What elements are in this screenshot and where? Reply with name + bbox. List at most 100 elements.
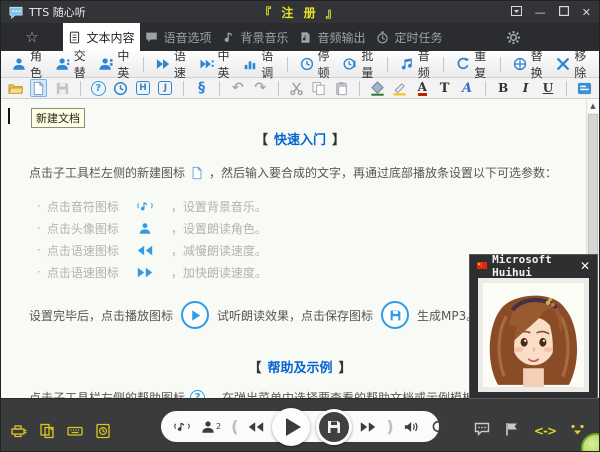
audio-file-icon [299,31,312,44]
tab-label: 音频输出 [317,29,365,46]
highlight-pen-button[interactable] [392,79,407,97]
popup-close-icon[interactable]: ✕ [580,259,590,273]
new-document-icon [31,81,46,96]
pitch-button[interactable]: 语调 [240,45,278,83]
fill-color-button[interactable] [370,79,385,97]
faster-icon[interactable] [360,420,376,434]
printer-icon[interactable] [11,423,27,439]
h-mark-button[interactable]: H [135,79,150,97]
bilingual-person-icon [99,57,113,71]
copy-icon[interactable] [39,423,55,439]
font-style-button[interactable]: A [459,79,474,97]
save-button[interactable] [54,79,69,97]
alternate-person-icon [56,57,70,71]
help-button[interactable]: ? [91,79,106,97]
divider-paren: ) [386,417,393,436]
underline-button[interactable]: U [540,79,555,97]
replace-button[interactable]: 替换 [510,45,548,83]
bilingual-speed-icon [200,57,214,71]
copy-button[interactable] [311,79,326,97]
save-mp3-button[interactable] [316,409,352,445]
batch-button[interactable]: 批量 [340,45,378,83]
tray-icon[interactable] [511,6,522,18]
loop-icon[interactable] [430,420,446,434]
app-title: TTS 随心听 [29,4,86,20]
section-mark-button[interactable]: § [194,79,209,97]
clipboard-clock-icon[interactable] [95,423,111,439]
paste-button[interactable] [334,79,349,97]
bottom-right-tools: <-> [474,421,585,440]
separator [287,57,288,72]
flag-icon[interactable] [504,421,520,440]
j-mark-button[interactable]: J [158,79,173,97]
code-icon[interactable]: <-> [534,424,556,438]
quickstart-paragraph: 点击子工具栏左侧的新建图标 ，然后输入要合成的文字，再通过底部播放条设置以下可选… [1,164,599,181]
highlight-pen-icon [392,81,407,96]
list-panel-icon [577,81,592,96]
pitch-bars-icon [243,57,257,71]
audio-button[interactable]: 音频 [397,45,435,83]
document-text-icon [68,31,81,44]
repeat-button[interactable]: 重复 [453,45,491,83]
redo-button[interactable]: ↷ [253,79,268,97]
separator [566,81,567,96]
bilingual-speed-button[interactable]: 中英 [197,45,235,83]
volume-icon[interactable] [404,420,420,434]
music-note-icon [222,31,235,44]
remove-label: 移除 [574,47,588,81]
history-button[interactable] [113,79,128,97]
undo-button[interactable]: ↶ [230,79,245,97]
list-panel-button[interactable] [577,79,592,97]
separator [485,81,486,96]
font-color-button[interactable]: A [415,79,430,97]
fill-color-icon [370,81,385,96]
bullet-text: ，加快朗读速度。 [171,264,267,281]
bold-button[interactable]: B [496,79,511,97]
keyboard-icon[interactable] [67,423,83,439]
voice-role-icon[interactable]: 2 [200,420,221,434]
open-file-button[interactable] [8,79,23,97]
font-style-icon: A [462,82,472,95]
new-document-button[interactable] [30,79,47,97]
role-person-icon [12,57,26,71]
huihui-avatar [483,283,584,387]
minimize-icon[interactable]: — [535,7,546,18]
j-mark-icon: J [158,81,172,95]
scroll-up-arrow[interactable]: ▲ [587,99,599,113]
remove-button[interactable]: 移除 [553,45,591,83]
bilingual-role-label: 中英 [117,47,131,81]
history-clock-icon [113,81,128,96]
remove-icon [556,57,570,71]
comment-icon[interactable] [474,421,490,440]
register-link[interactable]: 『 注 册 』 [1,4,599,21]
maximize-icon[interactable] [559,6,569,18]
role-button[interactable]: 角色 [9,45,47,83]
close-icon[interactable]: ✕ [582,7,591,18]
section-title-quickstart: 【快速入门】 [1,129,599,148]
tab-label: 语音选项 [163,29,211,46]
app-window: TTS 随心听 『 注 册 』 — ✕ ☆ 文本内容 语音选项 背景音乐 音频输… [0,0,600,452]
separator [359,81,360,96]
bilingual-role-button[interactable]: 中英 [96,45,134,83]
slower-icon[interactable] [248,420,264,434]
paragraph-text: 设置完毕后，点击播放图标 [29,307,173,324]
bullet-text: 点击音符图标 [47,198,119,215]
tab-label: 文本内容 [86,29,134,46]
role-label: 角色 [30,47,44,81]
repeat-label: 重复 [474,47,488,81]
bottom-bar: 2 ( ) <-> [1,398,599,451]
play-button[interactable] [272,408,310,446]
pause-button[interactable]: 停顿 [297,45,335,83]
bullet-background-music: · 点击音符图标 ，设置背景音乐。 [1,195,599,217]
speed-button[interactable]: 语速 [153,45,191,83]
separator [219,81,220,96]
separator [387,57,388,72]
background-music-icon[interactable] [174,420,190,434]
repeat-icon [456,57,470,71]
smiley-icon[interactable] [570,421,585,440]
batch-label: 批量 [361,47,375,81]
uppercase-button[interactable]: T [437,79,452,97]
cut-button[interactable] [289,79,304,97]
italic-button[interactable]: I [518,79,533,97]
alternate-button[interactable]: 交替 [53,45,91,83]
